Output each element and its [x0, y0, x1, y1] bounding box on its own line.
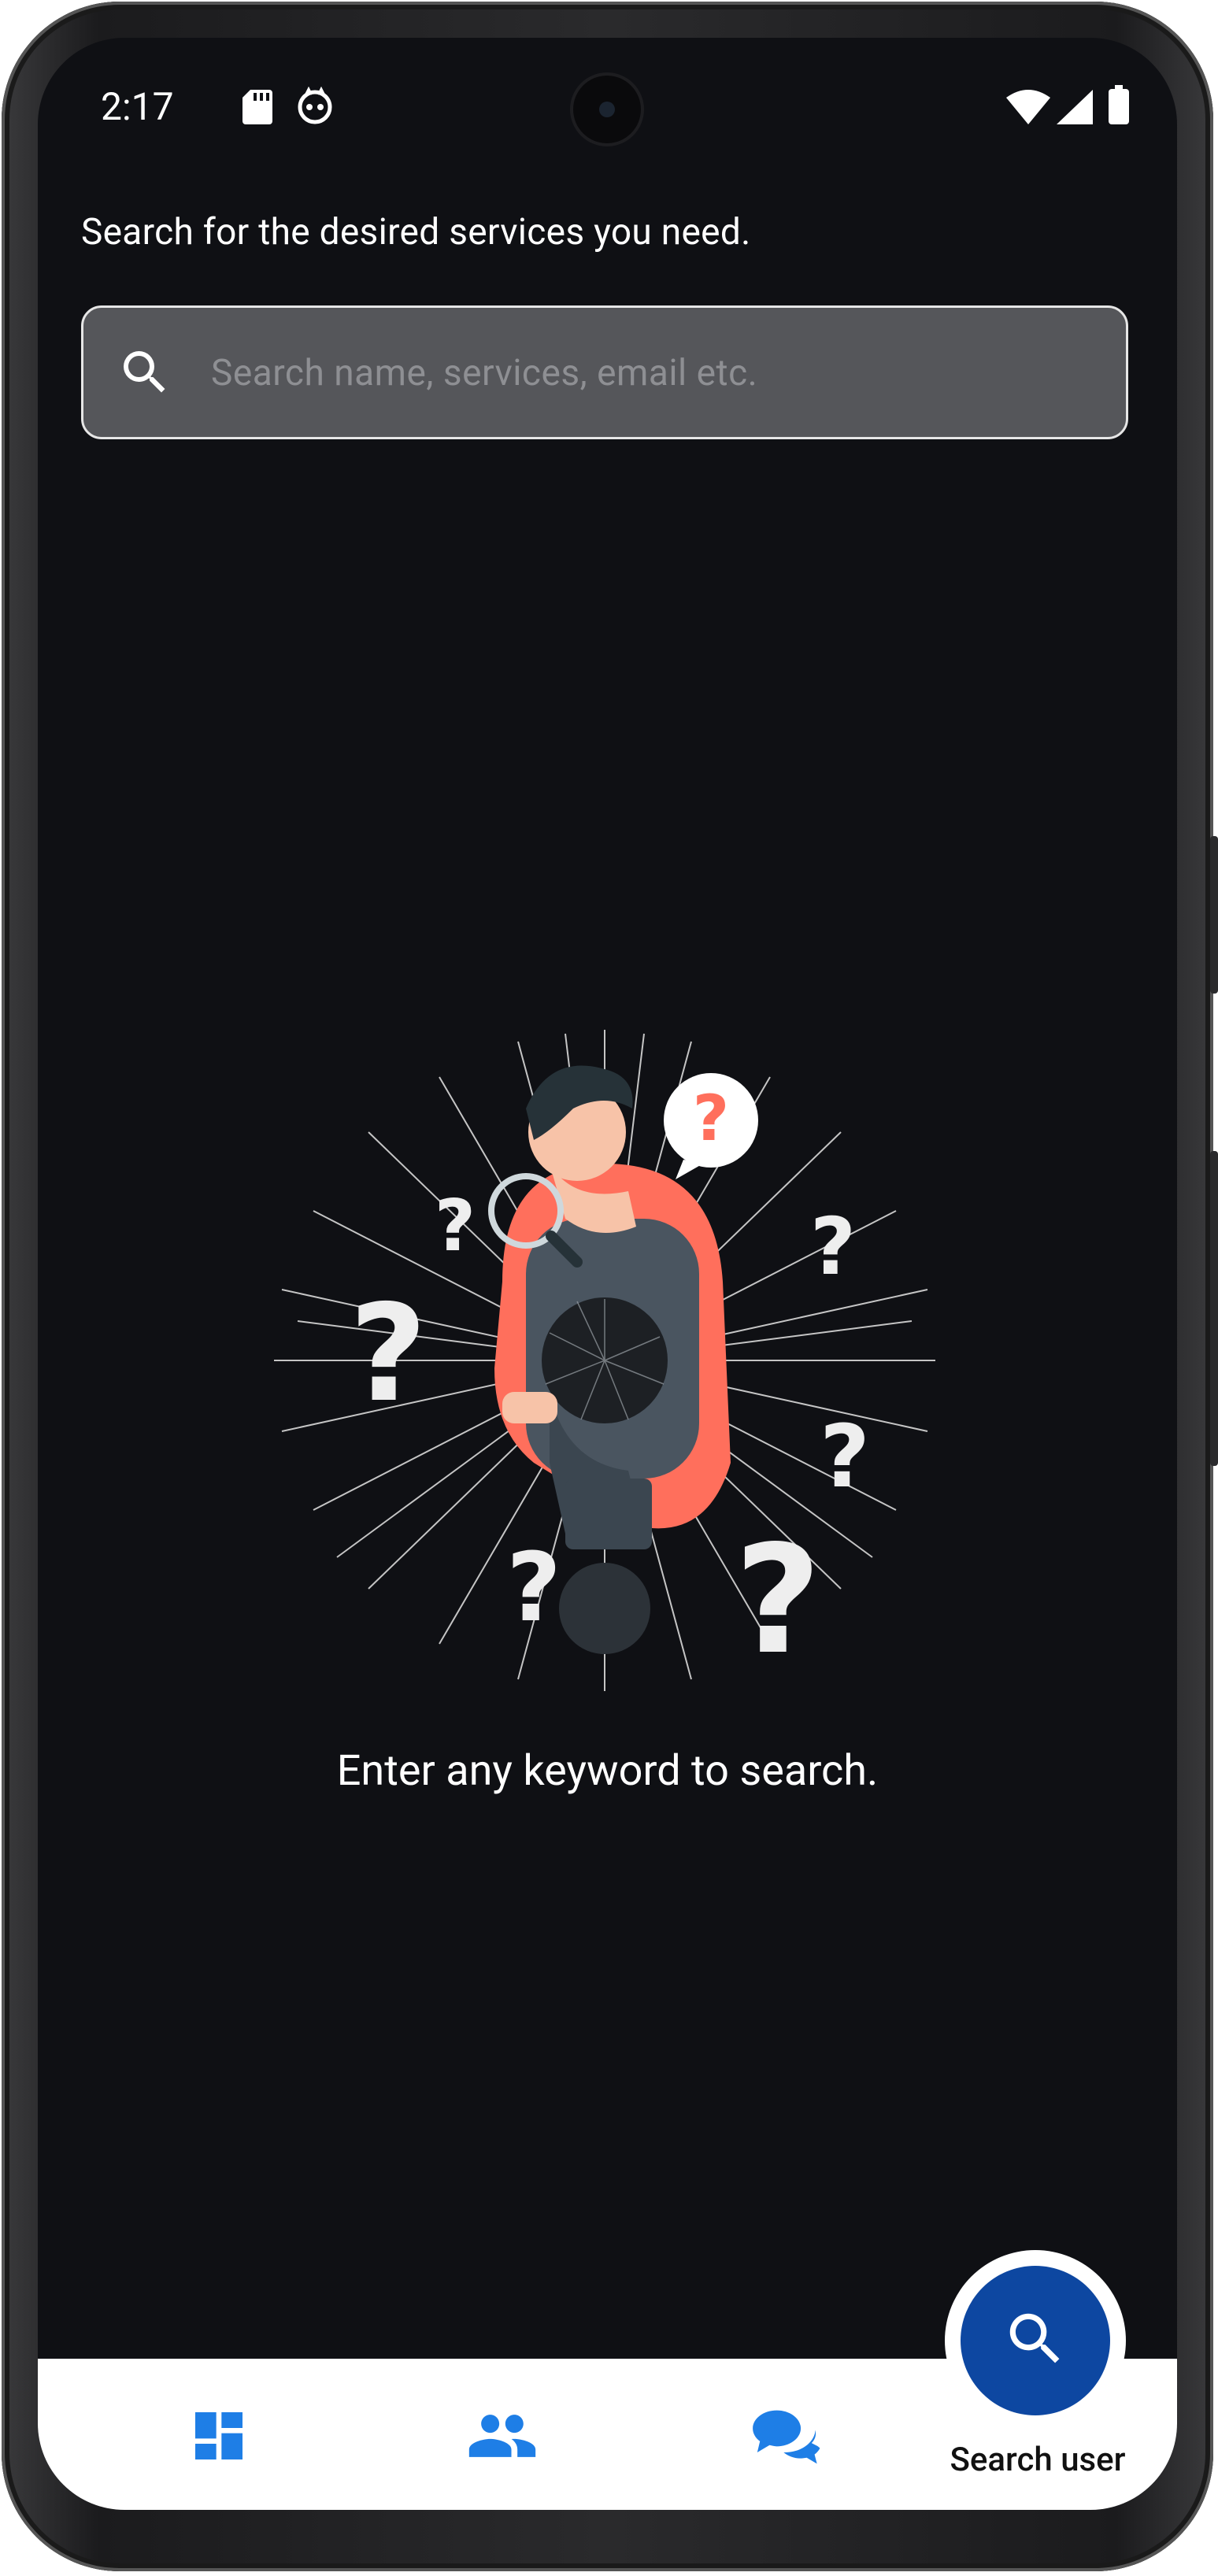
- wifi-icon: [1006, 90, 1050, 128]
- chat-icon: [750, 2404, 822, 2471]
- nav-item-chat[interactable]: [668, 2359, 904, 2510]
- svg-text:?: ?: [810, 1201, 856, 1293]
- search-icon: [1001, 2305, 1069, 2376]
- cellular-signal-icon: [1057, 90, 1093, 128]
- dashboard-icon: [187, 2404, 250, 2471]
- search-user-label: Search user: [950, 2441, 1126, 2479]
- volume-button: [1210, 1151, 1218, 1466]
- search-user-button[interactable]: [961, 2266, 1110, 2415]
- nav-item-users[interactable]: [384, 2359, 620, 2510]
- app-screen: 2:17 Search for the desired services you…: [38, 38, 1177, 2510]
- phone-frame: 2:17 Search for the desired services you…: [2, 2, 1218, 2571]
- search-input[interactable]: [209, 339, 1094, 407]
- sd-card-icon: [242, 90, 272, 128]
- svg-text:?: ?: [435, 1185, 476, 1268]
- svg-text:?: ?: [820, 1406, 870, 1507]
- status-bar: 2:17: [101, 83, 1129, 131]
- svg-text:?: ?: [735, 1513, 821, 1687]
- search-bar[interactable]: [81, 305, 1128, 439]
- nav-item-dashboard[interactable]: [101, 2359, 337, 2510]
- empty-state-message: Enter any keyword to search.: [336, 1746, 879, 1796]
- search-prompt: Search for the desired services you need…: [81, 211, 751, 254]
- svg-text:?: ?: [506, 1534, 561, 1643]
- empty-search-illustration: ? ? ? ? ? ? ?: [266, 1022, 943, 1718]
- power-button: [1210, 836, 1218, 994]
- status-time: 2:17: [101, 84, 174, 129]
- app-notification-icon: [296, 86, 334, 128]
- battery-icon: [1109, 85, 1129, 128]
- search-icon: [117, 344, 173, 404]
- svg-text:?: ?: [693, 1082, 729, 1155]
- svg-text:?: ?: [350, 1276, 428, 1432]
- users-icon: [466, 2404, 539, 2471]
